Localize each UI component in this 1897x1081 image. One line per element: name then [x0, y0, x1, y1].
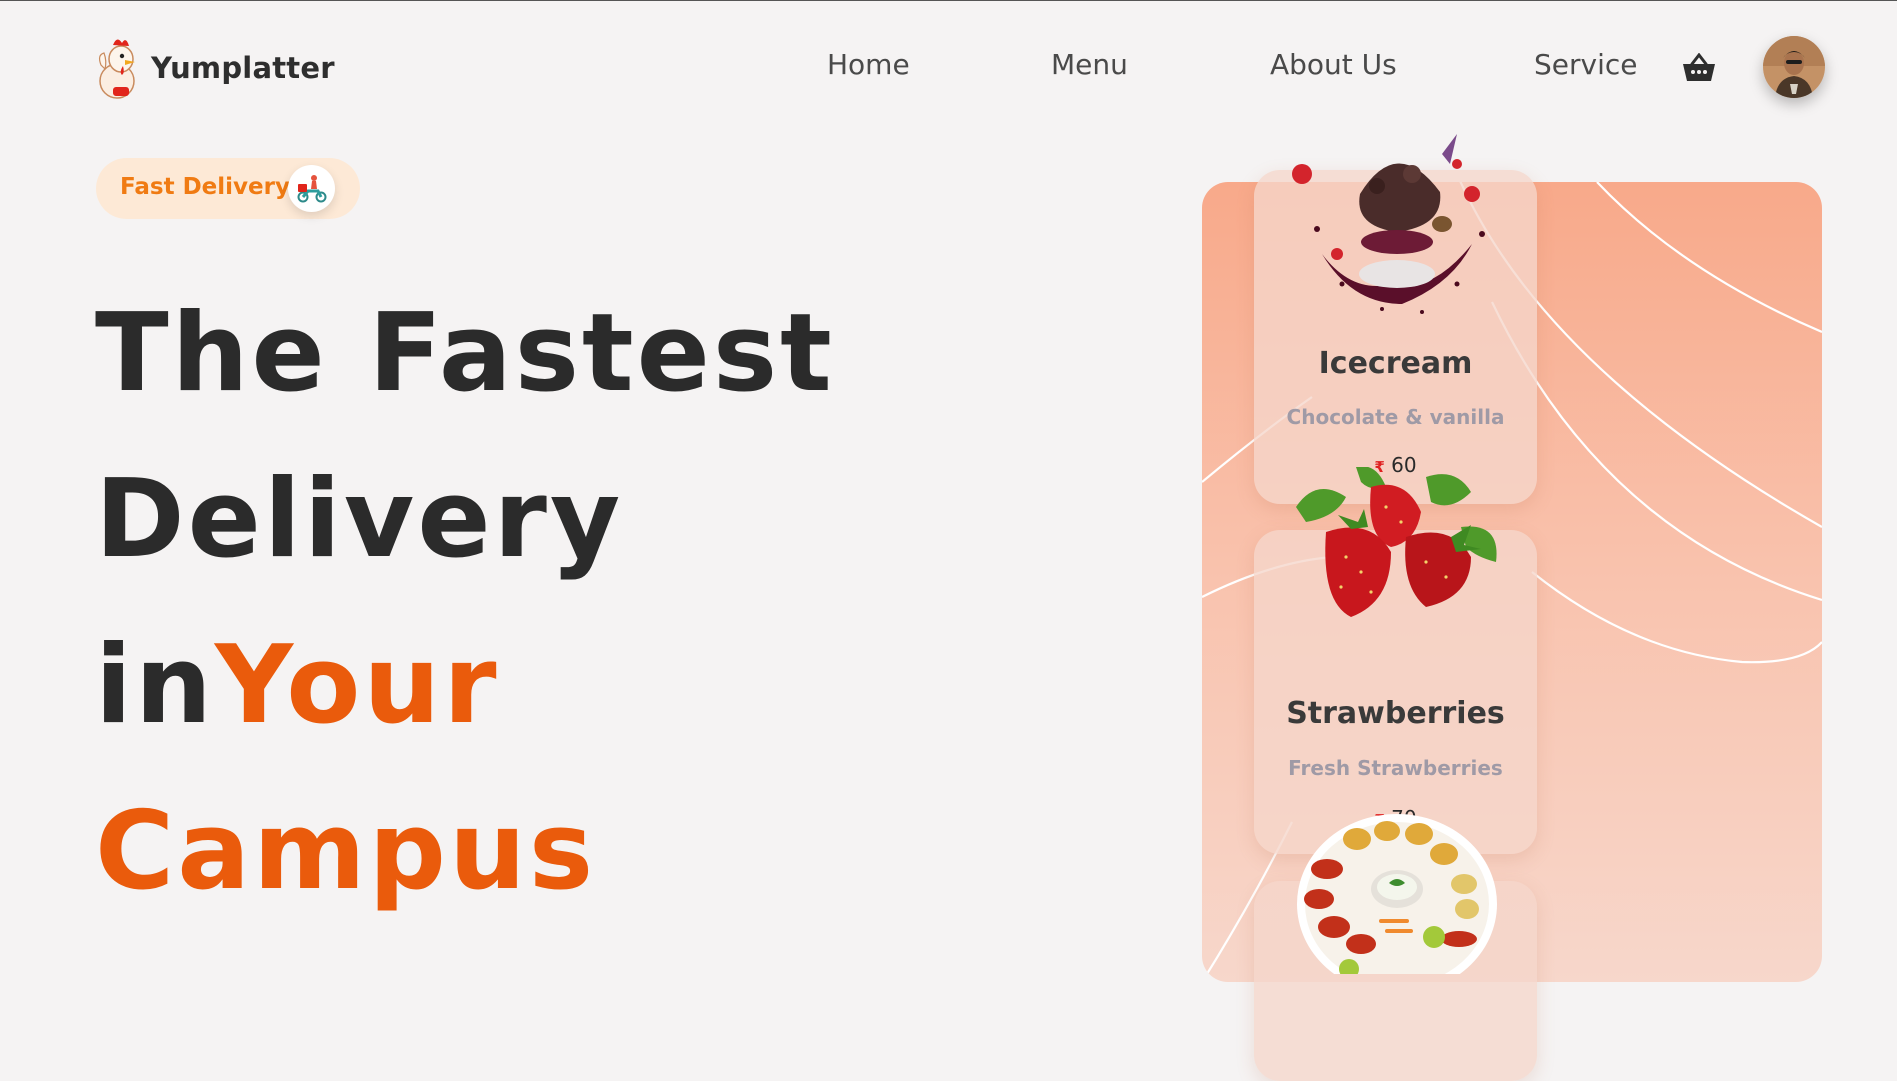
hero-title-campus: Campus: [95, 789, 597, 914]
strawberries-image: [1296, 467, 1497, 617]
hero-title-your: Your: [214, 623, 500, 748]
tandoori-platter-image: [1297, 814, 1497, 974]
main-nav: Home Menu About Us Service: [0, 48, 1897, 88]
nav-service[interactable]: Service: [1534, 48, 1637, 81]
card-subtitle: Chocolate & vanilla: [1286, 405, 1505, 429]
hero-title-line-1: The Fastest: [95, 291, 835, 416]
card-title: Strawberries: [1286, 696, 1505, 731]
nav-home[interactable]: Home: [827, 48, 910, 81]
scooter-delivery-icon: [288, 165, 335, 212]
badge-label: Fast Delivery: [120, 174, 290, 200]
site-header: Yumplatter Home Menu About Us Service: [0, 1, 1897, 131]
hero-title-line-3: inYour: [95, 603, 835, 769]
hero-title: The Fastest Delivery inYour Campus: [95, 271, 835, 935]
hero-title-line-2: Delivery: [95, 457, 624, 582]
chocolate-icecream-image: [1292, 134, 1485, 314]
user-avatar[interactable]: [1763, 36, 1825, 98]
fast-delivery-badge: Fast Delivery: [96, 158, 360, 219]
hero-title-in: in: [95, 623, 215, 748]
nav-menu[interactable]: Menu: [1051, 48, 1128, 81]
basket-icon[interactable]: [1682, 53, 1716, 83]
card-title: Icecream: [1318, 346, 1473, 381]
nav-about-us[interactable]: About Us: [1270, 48, 1397, 81]
card-subtitle: Fresh Strawberries: [1288, 756, 1503, 780]
